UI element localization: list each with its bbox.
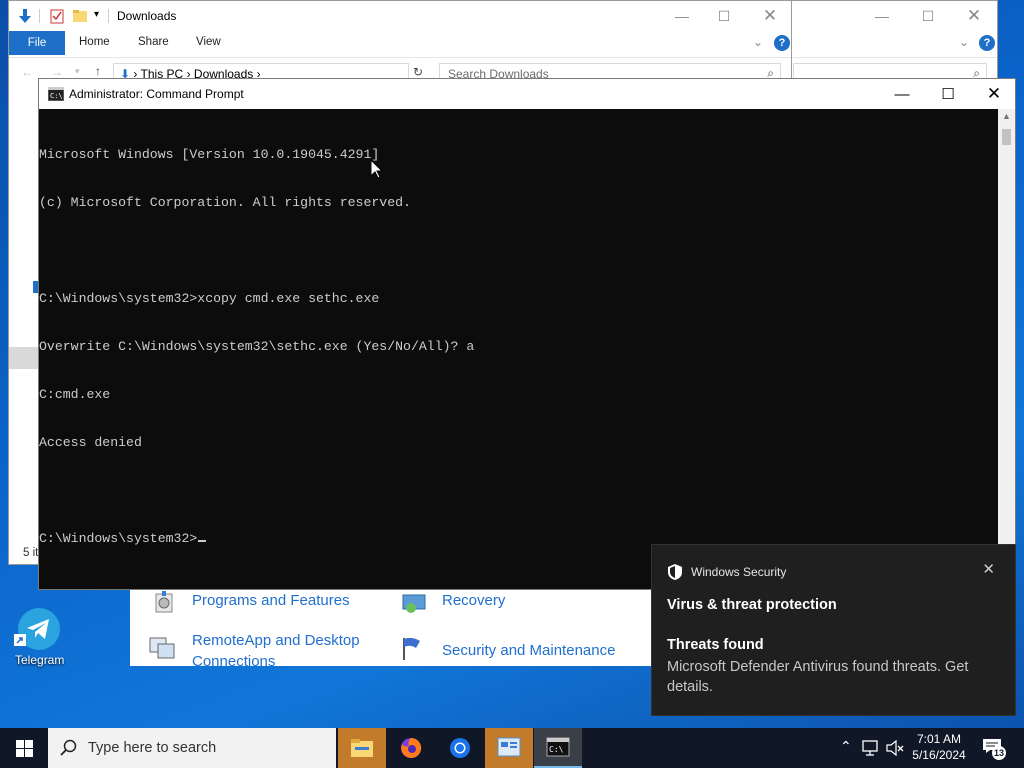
firefox-icon xyxy=(401,737,422,758)
taskbar-chrome[interactable] xyxy=(436,728,484,768)
recent-dropdown-icon[interactable]: ▾ xyxy=(75,66,80,77)
status-bar-items: 5 it xyxy=(23,547,39,559)
flag-icon xyxy=(403,637,420,660)
close-button[interactable]: ✕ xyxy=(747,1,793,31)
up-arrow-icon[interactable]: ↑ xyxy=(95,64,101,78)
forward-arrow-icon[interactable]: → xyxy=(51,65,63,79)
scroll-up-arrow-icon[interactable]: ▲ xyxy=(1002,111,1011,121)
desktop-icon-label: Telegram xyxy=(15,653,65,667)
maximize-button[interactable]: ☐ xyxy=(701,1,747,31)
programs-features-icon xyxy=(155,591,173,613)
taskbar-clock[interactable]: 7:01 AM 5/16/2024 xyxy=(902,731,976,763)
console-line: Microsoft Windows [Version 10.0.19045.42… xyxy=(39,147,380,162)
taskbar-firefox[interactable] xyxy=(387,728,435,768)
minimize-button[interactable]: — xyxy=(859,1,905,31)
console-line: Overwrite C:\Windows\system32\sethc.exe … xyxy=(39,339,475,354)
desktop-icon-telegram[interactable]: Telegram xyxy=(10,604,70,670)
explorer-window-back[interactable]: — ☐ ✕ ⌄ ? ⌕ xyxy=(790,0,998,87)
command-prompt-window[interactable]: C:\ Administrator: Command Prompt — ☐ ✕ … xyxy=(38,78,1016,590)
taskbar-file-explorer[interactable] xyxy=(338,728,386,768)
mouse-pointer-icon xyxy=(371,160,383,179)
close-icon[interactable]: ✕ xyxy=(982,560,995,578)
console-line: C:\Windows\system32>xcopy cmd.exe sethc.… xyxy=(39,291,380,306)
explorer-ribbon: File Home Share View ⌄ ? xyxy=(9,31,791,55)
minimize-button[interactable]: — xyxy=(879,79,925,109)
shield-icon xyxy=(668,564,682,580)
new-folder-icon[interactable] xyxy=(72,8,88,24)
download-arrow-icon xyxy=(19,9,31,23)
notification-body: Microsoft Defender Antivirus found threa… xyxy=(667,659,969,695)
command-prompt-icon: C:\ xyxy=(48,87,64,101)
taskbar-control-panel[interactable] xyxy=(485,728,533,768)
console-line: (c) Microsoft Corporation. All rights re… xyxy=(39,195,411,210)
refresh-icon[interactable]: ↻ xyxy=(413,65,423,79)
cmd-title: Administrator: Command Prompt xyxy=(69,87,244,101)
help-icon[interactable]: ? xyxy=(774,35,790,51)
minimize-button[interactable]: — xyxy=(659,1,705,31)
search-icon xyxy=(60,739,77,756)
text-cursor xyxy=(198,540,207,542)
back-arrow-icon[interactable]: ← xyxy=(21,65,33,79)
divider xyxy=(108,9,109,23)
chevron-down-icon[interactable]: ⌄ xyxy=(959,35,969,49)
svg-text:C:\: C:\ xyxy=(50,92,63,100)
cmd-titlebar: C:\ Administrator: Command Prompt — ☐ ✕ xyxy=(39,79,1015,109)
command-prompt-icon: C:\ xyxy=(546,737,570,757)
control-panel-window: Programs and Features Recovery RemoteApp… xyxy=(130,588,652,670)
search-placeholder: Type here to search xyxy=(88,740,217,756)
explorer-back-titlebar: — ☐ ✕ xyxy=(791,1,997,31)
tab-share[interactable]: Share xyxy=(138,36,169,48)
console-line: C:cmd.exe xyxy=(39,387,111,402)
console-output[interactable]: Microsoft Windows [Version 10.0.19045.42… xyxy=(39,109,999,589)
explorer-back-ribbon: ⌄ ? xyxy=(791,31,997,55)
clock-date: 5/16/2024 xyxy=(912,748,966,762)
tab-view[interactable]: View xyxy=(196,36,221,48)
console-line: Access denied xyxy=(39,435,142,450)
close-button[interactable]: ✕ xyxy=(951,1,997,31)
vertical-scrollbar[interactable]: ▲ xyxy=(998,109,1015,589)
security-and-maintenance-link[interactable]: Security and Maintenance xyxy=(442,640,615,661)
qa-dropdown-icon[interactable]: ▾ xyxy=(94,9,99,20)
notification-heading: Virus & threat protection xyxy=(667,597,837,613)
notification-subheading: Threats found xyxy=(667,637,764,653)
remoteapp-link[interactable]: RemoteApp and Desktop Connections xyxy=(192,630,392,672)
recovery-icon xyxy=(402,594,426,613)
explorer-titlebar: ▾ Downloads — ☐ ✕ xyxy=(9,1,791,31)
file-explorer-icon xyxy=(351,739,373,757)
chrome-icon xyxy=(450,738,470,758)
nav-pane-selection[interactable] xyxy=(9,347,39,369)
show-hidden-icons-chevron-icon[interactable]: ⌃ xyxy=(840,738,852,755)
divider xyxy=(39,9,40,23)
network-icon[interactable] xyxy=(862,740,880,756)
remoteapp-icon xyxy=(149,637,175,659)
recovery-link[interactable]: Recovery xyxy=(442,590,505,611)
svg-text:C:\: C:\ xyxy=(549,745,564,754)
maximize-button[interactable]: ☐ xyxy=(905,1,951,31)
programs-and-features-link[interactable]: Programs and Features xyxy=(192,590,350,611)
taskbar-search[interactable]: Type here to search xyxy=(48,728,336,768)
notification-count-badge: 13 xyxy=(992,746,1006,760)
taskbar-command-prompt[interactable]: C:\ xyxy=(534,728,582,768)
tab-home[interactable]: Home xyxy=(79,36,110,48)
shortcut-arrow-icon xyxy=(14,634,26,646)
maximize-button[interactable]: ☐ xyxy=(925,79,971,109)
close-button[interactable]: ✕ xyxy=(971,79,1017,109)
notification-toast[interactable]: Windows Security ✕ Virus & threat protec… xyxy=(651,544,1016,716)
control-panel-icon xyxy=(497,737,521,757)
clock-time: 7:01 AM xyxy=(916,732,962,746)
start-button[interactable] xyxy=(0,728,48,768)
help-icon[interactable]: ? xyxy=(979,35,995,51)
tab-file[interactable]: File xyxy=(9,31,65,55)
explorer-title: Downloads xyxy=(117,9,177,23)
windows-logo-icon xyxy=(15,739,33,757)
properties-icon[interactable] xyxy=(49,8,65,24)
console-prompt: C:\Windows\system32> xyxy=(39,531,198,546)
taskbar: Type here to search C:\ ⌃ 7:01 AM 5/16/2… xyxy=(0,728,1024,768)
scrollbar-thumb[interactable] xyxy=(1002,129,1011,145)
notification-app-name: Windows Security xyxy=(691,565,787,579)
chevron-down-icon[interactable]: ⌄ xyxy=(753,35,763,49)
action-center-button[interactable]: 13 xyxy=(980,736,1008,760)
